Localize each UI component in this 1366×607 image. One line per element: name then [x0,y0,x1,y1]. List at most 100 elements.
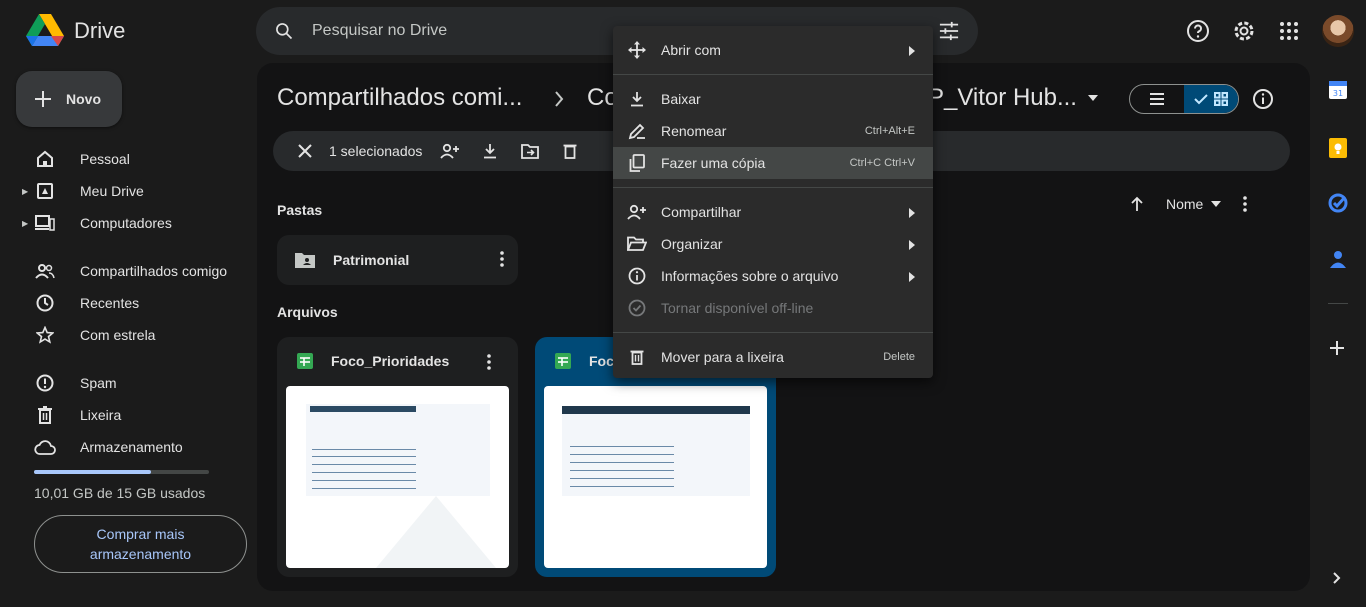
sidebar-item-spam[interactable]: Spam [22,367,117,399]
menu-item-offline: Tornar disponível off-line [613,292,933,324]
tune-icon[interactable] [938,21,960,41]
menu-item-move-to-trash[interactable]: Mover para a lixeira Delete [613,341,933,373]
sort-by-name-button[interactable]: Nome [1166,196,1222,212]
context-menu: Abrir com Baixar Renomear Ctrl+Alt+E Faz… [613,26,933,378]
sidebar-item-pessoal[interactable]: Pessoal [22,143,130,175]
sidebar-item-label: Armazenamento [80,439,183,455]
selection-count: 1 selecionados [329,143,423,159]
delete-button[interactable] [550,131,590,171]
gear-icon[interactable] [1232,19,1256,43]
list-icon [1150,93,1164,105]
files-heading: Arquivos [277,304,338,320]
sidebar-item-meu-drive[interactable]: ▶ Meu Drive [22,175,144,207]
sheets-icon [297,353,313,369]
menu-divider [613,332,933,333]
tasks-icon[interactable] [1328,193,1348,213]
file-name: Foco_Prioridades [331,353,450,369]
plus-icon [35,91,51,107]
download-button[interactable] [470,131,510,171]
menu-item-make-copy[interactable]: Fazer uma cópia Ctrl+C Ctrl+V [613,147,933,179]
file-thumbnail [286,386,509,568]
folder-move-icon [521,144,540,159]
sidebar-item-computadores[interactable]: ▶ Computadores [22,207,172,239]
menu-item-shortcut: Ctrl+Alt+E [864,125,915,137]
sheets-icon [555,353,571,369]
more-vert-icon[interactable] [487,353,491,371]
sidebar-item-label: Recentes [80,295,140,311]
more-vert-icon[interactable] [500,250,504,268]
drive-logo[interactable]: Drive [26,14,125,48]
clear-selection-button[interactable] [285,131,325,171]
storage-usage-text: 10,01 GB de 15 GB usados [34,485,206,501]
person-add-icon [440,143,460,159]
help-icon[interactable] [1186,19,1210,43]
drive-logo-icon [26,14,64,46]
sidebar-item-label: Pessoal [80,151,130,167]
apps-grid-icon[interactable] [1278,20,1300,42]
pencil-icon [627,121,647,141]
breadcrumb-item-shared[interactable]: Compartilhados comi... [277,84,522,112]
menu-item-open-with[interactable]: Abrir com [613,34,933,66]
trash-icon [563,144,577,159]
folder-name: Patrimonial [333,252,410,268]
arrow-up-icon[interactable] [1130,196,1144,212]
computer-icon [34,215,56,231]
menu-item-rename[interactable]: Renomear Ctrl+Alt+E [613,115,933,147]
expand-arrow-icon[interactable]: ▶ [22,219,34,228]
storage-progress-fill [34,470,151,474]
chevron-right-icon[interactable] [1332,571,1342,585]
menu-item-share[interactable]: Compartilhar [613,196,933,228]
rail-divider [1328,303,1348,304]
home-icon [34,150,56,168]
menu-item-organize[interactable]: Organizar [613,228,933,260]
avatar[interactable] [1322,15,1354,47]
expand-arrow-icon[interactable]: ▶ [22,187,34,196]
close-icon [298,144,312,158]
menu-item-label: Compartilhar [661,204,742,220]
sort-label: Nome [1166,196,1204,212]
search-icon[interactable] [274,21,294,41]
menu-item-label: Fazer uma cópia [661,155,766,171]
download-icon [627,89,647,109]
menu-divider [613,187,933,188]
menu-item-file-info[interactable]: Informações sobre o arquivo [613,260,933,292]
breadcrumb-current[interactable]: P_Vitor Hub... [928,84,1099,112]
plus-icon[interactable] [1328,339,1346,357]
keep-icon[interactable] [1328,137,1348,159]
new-button[interactable]: Novo [16,71,122,127]
offline-check-icon [627,298,647,318]
search-input[interactable]: Pesquisar no Drive [312,22,447,40]
menu-item-label: Baixar [661,91,701,107]
buy-storage-button[interactable]: Comprar mais armazenamento [34,515,247,573]
menu-item-label: Mover para a lixeira [661,349,784,365]
sidebar-item-label: Compartilhados comigo [80,263,228,279]
sidebar-item-com-estrela[interactable]: Com estrela [22,319,155,351]
menu-item-download[interactable]: Baixar [613,83,933,115]
move-button[interactable] [510,131,550,171]
info-icon[interactable] [1252,88,1274,110]
sidebar-item-recentes[interactable]: Recentes [22,287,139,319]
chevron-right-icon [555,91,564,107]
spam-icon [34,374,56,392]
copy-icon [627,153,647,173]
menu-item-label: Abrir com [661,42,721,58]
sidebar-item-label: Computadores [80,215,172,231]
sidebar-item-compartilhados[interactable]: Compartilhados comigo [22,255,227,287]
sidebar-item-armazenamento[interactable]: Armazenamento [22,431,183,463]
menu-item-shortcut: Delete [883,351,915,363]
calendar-icon[interactable]: 31 [1328,80,1348,100]
grid-view-button[interactable] [1184,85,1238,113]
sidebar-item-lixeira[interactable]: Lixeira [22,399,121,431]
new-button-label: Novo [66,91,101,107]
menu-item-shortcut: Ctrl+C Ctrl+V [849,157,915,169]
caret-down-icon [1211,201,1222,207]
folder-card[interactable]: Patrimonial [277,235,518,285]
header-actions [1186,15,1354,47]
svg-text:31: 31 [1333,89,1343,98]
contacts-icon[interactable] [1328,249,1348,269]
shared-folder-icon [295,253,315,268]
file-card[interactable]: Foco_Prioridades [277,337,518,577]
share-button[interactable] [430,131,470,171]
list-view-button[interactable] [1130,85,1184,113]
more-vert-icon[interactable] [1243,196,1248,212]
